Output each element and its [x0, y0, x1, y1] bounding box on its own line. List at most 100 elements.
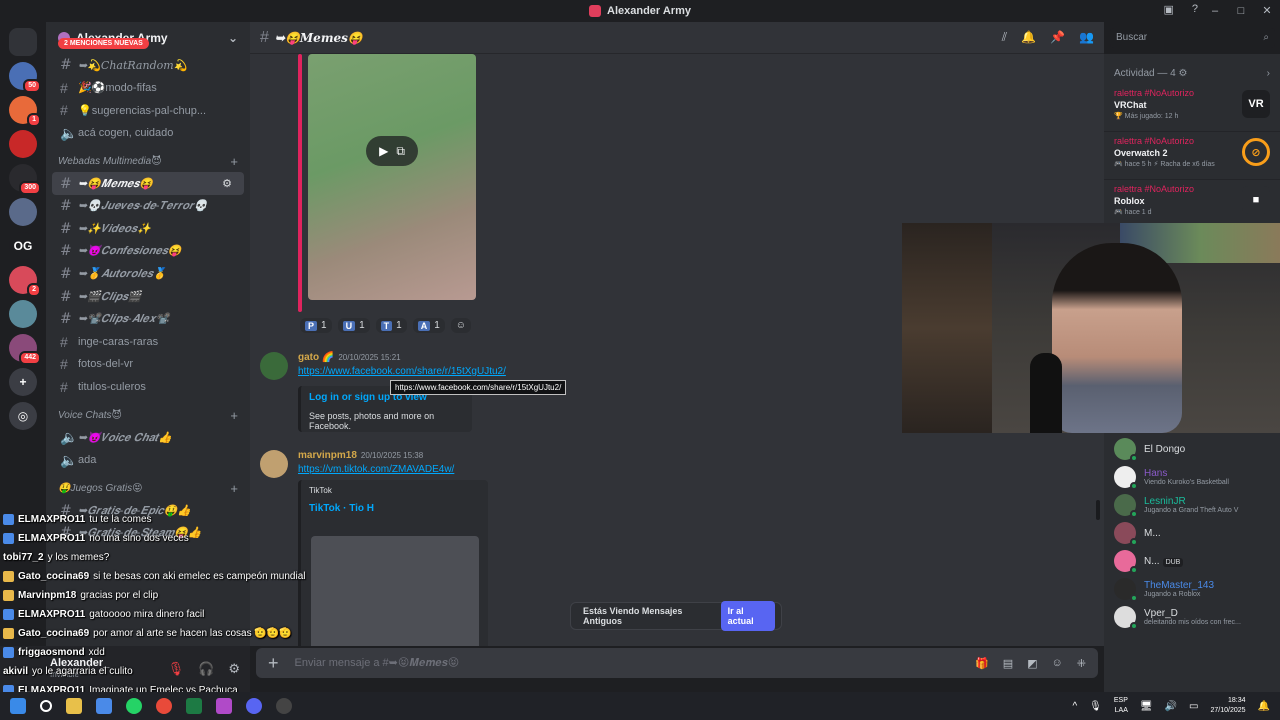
avatar[interactable]: [260, 450, 288, 478]
windows-start-icon[interactable]: [10, 698, 26, 714]
activity-card[interactable]: ralettra #NoAutorizo Roblox 🎮 hace 1 d ■: [1104, 180, 1280, 228]
member-item[interactable]: TheMaster_143 Jugando a Roblox: [1114, 576, 1214, 602]
channel-item[interactable]: # ➥😝𝑴𝒆𝒎𝒆𝒔😝 ⚙: [52, 172, 244, 195]
whatsapp-icon[interactable]: [126, 698, 142, 714]
avatar[interactable]: [260, 352, 288, 380]
excel-icon[interactable]: [186, 698, 202, 714]
channel-item[interactable]: # ➥🥇𝑨𝒖𝒕𝒐𝒓𝒐𝒍𝒆𝒔🥇: [46, 263, 250, 286]
member-item[interactable]: LesninJR Jugando a Grand Theft Auto V: [1114, 492, 1238, 518]
activity-card[interactable]: ralettra #NoAutorizo Overwatch 2 🎮 hace 5 …: [1104, 132, 1280, 180]
tiktok-thumbnail[interactable]: [311, 536, 479, 646]
discord-icon[interactable]: [246, 698, 262, 714]
reaction[interactable]: A1: [412, 318, 445, 333]
discord-home[interactable]: [9, 28, 37, 56]
discover-icon[interactable]: ◎: [9, 402, 37, 430]
server-5[interactable]: [9, 198, 37, 226]
app-icon[interactable]: [216, 698, 232, 714]
channel-item[interactable]: # inge-caras-raras: [46, 331, 250, 354]
activity-header[interactable]: Actividad — 4 ⚙ ›: [1104, 62, 1280, 84]
message-link[interactable]: https://www.facebook.com/share/r/15tXgUJ…: [298, 366, 506, 377]
chrome-icon[interactable]: [156, 698, 172, 714]
sticker-icon[interactable]: ◩: [1027, 657, 1037, 670]
threads-icon[interactable]: ⫽: [1002, 30, 1007, 45]
server-og[interactable]: OG: [9, 232, 37, 260]
server-9[interactable]: 442: [9, 334, 41, 365]
add-reaction-icon[interactable]: ☺: [450, 318, 471, 333]
member-item[interactable]: M...: [1114, 520, 1161, 546]
store-icon[interactable]: [96, 698, 112, 714]
reaction[interactable]: U1: [337, 318, 370, 333]
add-channel-icon[interactable]: +: [230, 408, 238, 423]
chevron-right-icon[interactable]: ›: [1267, 68, 1270, 79]
video-attachment[interactable]: [308, 54, 476, 300]
activity-card[interactable]: ralettra #NoAutorizo VRChat 🏆 Más jugado: …: [1104, 84, 1280, 132]
channel-item[interactable]: 🔈 ada: [46, 449, 250, 472]
category-voice[interactable]: Voice Chats😈 +: [46, 404, 250, 426]
search-input[interactable]: Buscar ⌕: [1110, 28, 1275, 48]
channel-item[interactable]: 🔈 ➥😈𝑽𝒐𝒊𝒄𝒆 𝑪𝒉𝒂𝒕👍: [46, 426, 250, 449]
gift-icon[interactable]: 🎁: [975, 657, 989, 670]
channel-item[interactable]: # ➥✨𝑽𝒊𝒅𝒆𝒐𝒔✨: [46, 218, 250, 241]
add-channel-icon[interactable]: +: [230, 154, 238, 169]
category-games[interactable]: 🤑Juegos Gratis😝 +: [46, 478, 250, 500]
chat-scrollbar[interactable]: [1096, 500, 1100, 520]
server-1[interactable]: 50: [9, 62, 41, 93]
clock[interactable]: 18:34 27/10/2025: [1211, 696, 1246, 716]
category-multimedia[interactable]: Webadas Multimedia😈 +: [46, 150, 250, 172]
apps-icon[interactable]: ⁜: [1077, 657, 1086, 670]
channel-settings-icon[interactable]: ⚙: [222, 177, 232, 190]
channel-item[interactable]: # ➥😈𝑪𝒐𝒏𝒇𝒆𝒔𝒊𝒐𝒏𝒆𝒔😝: [46, 240, 250, 263]
file-explorer-icon[interactable]: [66, 698, 82, 714]
server-4[interactable]: 300: [9, 164, 41, 195]
mic-icon[interactable]: 🎙: [1089, 701, 1102, 712]
network-icon[interactable]: 🖥: [1140, 701, 1153, 712]
members-icon[interactable]: 👥: [1079, 30, 1094, 45]
emoji-icon[interactable]: ☺: [1052, 657, 1063, 670]
bell-icon[interactable]: 🔔: [1021, 30, 1036, 45]
new-mentions-pill[interactable]: 2 MENCIONES NUEVAS: [58, 38, 149, 49]
member-item[interactable]: Hans Viendo Kuroko's Basketball: [1114, 464, 1229, 490]
add-channel-icon[interactable]: +: [230, 481, 238, 496]
member-item[interactable]: El Dongo: [1114, 436, 1185, 462]
close-icon[interactable]: ✕: [1254, 0, 1280, 22]
voice-channel-top[interactable]: 🔈 acá cogen, cuidado: [46, 122, 250, 145]
channel-item[interactable]: # 🎉⚽modo-fifas: [46, 77, 250, 100]
channel-item[interactable]: # fotos-del-vr: [46, 353, 250, 376]
battery-icon[interactable]: ▭: [1189, 701, 1198, 712]
channel-item[interactable]: # ➥💀𝑱𝒖𝒆𝒗𝒆𝒔-𝒅𝒆-𝑻𝒆𝒓𝒓𝒐𝒓💀: [46, 195, 250, 218]
member-item[interactable]: N... DUB: [1114, 548, 1184, 574]
reaction[interactable]: T1: [375, 318, 407, 333]
add-server-icon[interactable]: +: [9, 368, 37, 396]
minimize-icon[interactable]: –: [1202, 0, 1228, 22]
help-icon[interactable]: ?: [1192, 3, 1198, 16]
member-item[interactable]: Vper_D deleitando mis oídos con frec...: [1114, 604, 1241, 630]
channel-item[interactable]: # titulos-culeros: [46, 376, 250, 399]
server-7[interactable]: 2: [9, 266, 41, 297]
channel-item[interactable]: # 💡sugerencias-pal-chup...: [46, 99, 250, 122]
server-8[interactable]: [9, 300, 37, 328]
obs-icon[interactable]: [276, 698, 292, 714]
inbox-icon[interactable]: ▣: [1163, 3, 1173, 16]
language-indicator[interactable]: ESP LAA: [1114, 696, 1128, 716]
channel-item[interactable]: # ➥💫ChatRandom💫: [46, 54, 250, 77]
maximize-icon[interactable]: □: [1228, 0, 1254, 22]
server-3[interactable]: [9, 130, 37, 158]
server-2[interactable]: 1: [9, 96, 41, 127]
search-icon[interactable]: [40, 700, 52, 712]
notifications-icon[interactable]: 🔔: [1258, 701, 1270, 712]
chevron-down-icon[interactable]: ⌄: [228, 31, 238, 45]
gif-icon[interactable]: ▤: [1003, 657, 1013, 670]
message-composer[interactable]: + Enviar mensaje a #➥😝𝑴𝒆𝒎𝒆𝒔😝 🎁 ▤ ◩ ☺ ⁜: [256, 648, 1098, 678]
message-author[interactable]: gato 🌈: [298, 352, 334, 363]
message-link[interactable]: https://vm.tiktok.com/ZMAVADE4w/: [298, 464, 454, 475]
pin-icon[interactable]: 📌: [1050, 30, 1065, 45]
channel-item[interactable]: # ➥📽️𝑪𝒍𝒊𝒑𝒔-𝑨𝒍𝒆𝒙📽️: [46, 308, 250, 331]
reaction[interactable]: P1: [300, 318, 332, 333]
message-author[interactable]: marvinpm18: [298, 450, 357, 461]
video-play-button[interactable]: ▶ ⧉: [366, 136, 418, 166]
embed-title[interactable]: TikTok · Tio H: [309, 503, 480, 514]
volume-icon[interactable]: 🔊: [1165, 701, 1177, 712]
jump-to-present-button[interactable]: Ir al actual: [720, 601, 775, 631]
channel-item[interactable]: # ➥🎬𝑪𝒍𝒊𝒑𝒔🎬: [46, 285, 250, 308]
chevron-up-icon[interactable]: ^: [1072, 701, 1077, 712]
